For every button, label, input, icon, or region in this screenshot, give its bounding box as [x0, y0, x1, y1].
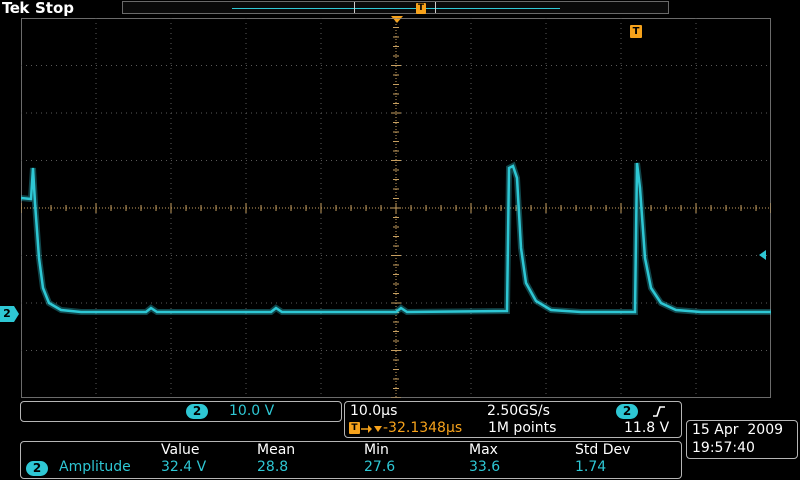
meas-mean: 28.8	[257, 459, 289, 475]
meas-header-value: Value	[161, 442, 200, 458]
meas-header-mean: Mean	[257, 442, 296, 458]
trigger-source-badge: 2	[616, 404, 638, 419]
meas-name: Amplitude	[59, 459, 131, 475]
meas-header-min: Min	[364, 442, 389, 458]
timebase-panel[interactable]: 10.0µs 2.50GS/s 2 T -32.1348µs 1M points…	[344, 401, 682, 438]
meas-header-max: Max	[469, 442, 498, 458]
ch2-trace-glow	[21, 161, 771, 316]
brand-logo: Tek	[2, 0, 29, 17]
delay-arrow-icon	[361, 425, 382, 433]
trigger-level-arrow-icon[interactable]	[759, 250, 766, 260]
meas-min: 27.6	[364, 459, 396, 475]
ch2-trace-line	[21, 162, 771, 314]
time-display: 19:57:40	[692, 440, 755, 456]
measurement-panel[interactable]: Value Mean Min Max Std Dev 2 Amplitude 3…	[20, 441, 682, 479]
channel-scale-panel[interactable]: 2 10.0 V	[20, 401, 342, 422]
ch2-vertical-scale: 10.0 V	[229, 403, 275, 419]
ch2-waveform-trace	[21, 161, 771, 316]
meas-channel-badge: 2	[26, 461, 48, 476]
ch2-marker-arrow-icon	[14, 306, 19, 322]
ch2-badge: 2	[186, 404, 208, 419]
datetime-panel[interactable]: 15 Apr 2009 19:57:40	[686, 420, 798, 459]
sample-rate: 2.50GS/s	[487, 403, 550, 419]
record-trigger-marker: T	[416, 3, 426, 14]
meas-value: 32.4 V	[161, 459, 207, 475]
trigger-level: 11.8 V	[624, 420, 670, 436]
meas-max: 33.6	[469, 459, 501, 475]
record-length: 1M points	[488, 420, 557, 436]
meas-header-std-dev: Std Dev	[575, 442, 631, 458]
rising-edge-icon	[653, 406, 665, 417]
meas-std-dev: 1.74	[575, 459, 607, 475]
ch2-marker-label: 2	[0, 306, 14, 322]
date-display: 15 Apr 2009	[692, 422, 784, 438]
trigger-delay-icon: T	[349, 422, 360, 434]
horizontal-scale: 10.0µs	[350, 403, 398, 419]
acquisition-status[interactable]: Stop	[35, 0, 74, 17]
ch2-position-marker[interactable]: 2	[0, 306, 19, 322]
trigger-delay: -32.1348µs	[383, 420, 463, 436]
